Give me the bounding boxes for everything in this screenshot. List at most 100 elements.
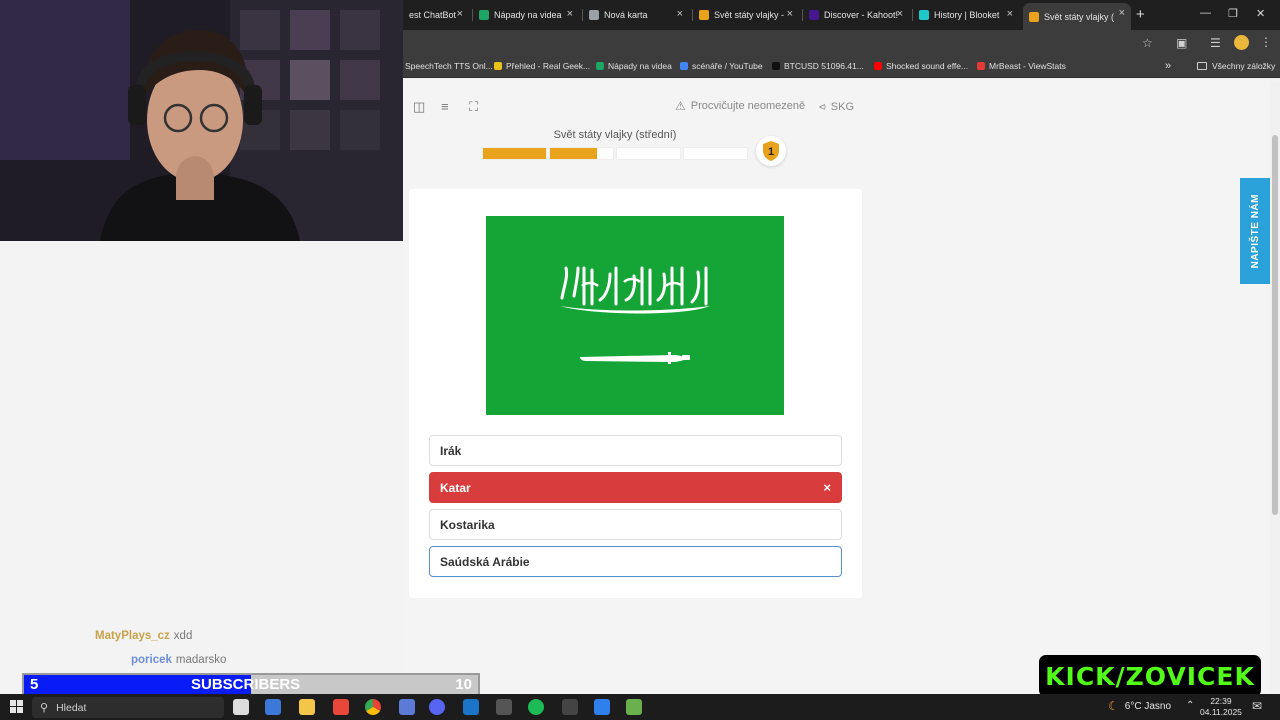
weather-widget[interactable]: ☾ 6°C Jasno (1108, 699, 1171, 713)
bookmark-item[interactable]: Shocked sound effe... (874, 61, 968, 71)
clock-time: 22:39 (1210, 696, 1232, 706)
tab-label: Nová karta (604, 10, 648, 20)
kick-label: KICK/ZOVICEK (1045, 661, 1255, 691)
bookmark-item[interactable]: Nápady na videa (596, 61, 672, 71)
bookmarks-more-button[interactable]: » (1165, 60, 1171, 72)
weather-text: 6°C Jasno (1124, 700, 1172, 712)
taskbar-search[interactable]: ⚲ Hledat (32, 697, 224, 718)
bookmark-favicon-icon (772, 62, 780, 70)
share-button[interactable]: ⪦ SKG (819, 99, 854, 114)
bookmark-label: SpeechTech TTS Onl... (405, 61, 493, 71)
tab-favicon-icon (919, 10, 929, 20)
search-icon: ⚲ (40, 702, 49, 714)
tab-close-icon[interactable]: × (897, 8, 903, 20)
file-explorer-icon[interactable] (299, 699, 315, 715)
progress-segment (482, 147, 547, 160)
tab-favicon-icon (699, 10, 709, 20)
bookmark-item[interactable]: Přehled - Real Geek... (494, 61, 590, 71)
new-tab-button[interactable]: + (1136, 6, 1145, 23)
answer-option[interactable]: Katar × (429, 472, 842, 503)
practice-unlimited-link[interactable]: ⚠ Procvičujte neomezeně (675, 99, 805, 113)
answer-option[interactable]: Saúdská Arábie (429, 546, 842, 577)
app-1-icon[interactable] (265, 699, 281, 715)
answer-option[interactable]: Irák (429, 435, 842, 466)
minecraft-icon[interactable] (626, 699, 642, 715)
bookmark-favicon-icon (680, 62, 688, 70)
task-view-icon[interactable] (233, 699, 249, 715)
bookmark-favicon-icon (977, 62, 985, 70)
tab-close-icon[interactable]: × (677, 8, 683, 20)
clock[interactable]: 22:39 04.11.2025 (1200, 696, 1242, 718)
bookmark-label: MrBeast - ViewStats (989, 61, 1066, 71)
bookmark-label: Shocked sound effe... (886, 61, 969, 71)
level-badge: 1 (756, 136, 786, 166)
contact-us-button[interactable]: NAPIŠTE NÁM (1240, 178, 1270, 284)
sub-label: SUBSCRIBERS (191, 676, 301, 693)
list-settings-icon[interactable]: ≡ (441, 99, 449, 114)
bookmark-favicon-icon (494, 62, 502, 70)
contact-us-label: NAPIŠTE NÁM (1249, 193, 1261, 269)
tab-close-icon[interactable]: × (787, 8, 793, 20)
epic-games-icon[interactable] (562, 699, 578, 715)
kick-logo: KICK/ZOVICEK (1039, 655, 1261, 697)
answer-option[interactable]: Kostarika (429, 509, 842, 540)
browser-tab[interactable]: Svět státy vlajky ( × (1023, 3, 1131, 30)
extensions-icon[interactable]: ▣ (1176, 36, 1187, 50)
browser-tab[interactable]: History | Blooket × (913, 4, 1019, 26)
tab-label: Svět státy vlajky ( (1044, 11, 1115, 22)
progress-segment-fill (550, 148, 598, 159)
progress-bar (482, 147, 748, 160)
bookmark-star-icon[interactable]: ☆ (1142, 36, 1153, 50)
tab-separator (582, 9, 583, 21)
tab-favicon-icon (1029, 11, 1039, 22)
cast-icon[interactable]: ☰ (1210, 36, 1221, 50)
tab-close-icon[interactable]: × (567, 8, 573, 20)
browser-tab[interactable]: Nápady na videa × (473, 4, 579, 26)
tray-chevron-icon[interactable]: ⌃ (1186, 700, 1194, 711)
scrollbar-thumb[interactable] (1272, 135, 1278, 515)
bookmark-favicon-icon (874, 62, 882, 70)
notification-icon[interactable]: ✉ (1252, 699, 1262, 713)
app-11-icon[interactable] (594, 699, 610, 715)
chat-message: poricek madarsko (131, 654, 226, 666)
minimize-icon[interactable]: — (1200, 7, 1211, 19)
windows-start-icon[interactable] (10, 700, 23, 713)
browser-tab[interactable]: Nová karta × (583, 4, 689, 26)
browser-tab[interactable]: est ChatBot × (403, 4, 469, 26)
bookmark-label: Nápady na videa (608, 61, 672, 71)
bookmark-item[interactable]: BTCUSD 51096.41... (772, 61, 864, 71)
layout-icon[interactable]: ◫ (413, 99, 425, 115)
app-5-icon[interactable] (399, 699, 415, 715)
all-bookmarks-folder[interactable]: Všechny záložky (1197, 61, 1275, 71)
discord-icon[interactable] (429, 699, 445, 715)
app-8-icon[interactable] (496, 699, 512, 715)
menu-icon[interactable]: ⋮ (1260, 35, 1272, 49)
profile-avatar[interactable] (1234, 35, 1249, 50)
streamer-webcam-image (0, 0, 403, 241)
vscode-icon[interactable] (463, 699, 479, 715)
bookmark-item[interactable]: scénáře / YouTube (680, 61, 763, 71)
spotify-icon[interactable] (528, 699, 544, 715)
chrome-icon[interactable] (365, 699, 381, 715)
tab-close-icon[interactable]: × (1007, 8, 1013, 20)
answer-label: Kostarika (440, 517, 495, 532)
share-label: SKG (830, 100, 855, 113)
clock-date: 04.11.2025 (1200, 707, 1242, 717)
fullscreen-icon[interactable]: ⛶ (469, 99, 478, 115)
close-window-icon[interactable]: ✕ (1256, 7, 1265, 20)
maximize-icon[interactable]: ❐ (1228, 7, 1238, 20)
chat-text: madarsko (175, 654, 227, 666)
app-3-icon[interactable] (333, 699, 349, 715)
bookmark-item[interactable]: MrBeast - ViewStats (977, 61, 1066, 71)
tab-close-icon[interactable]: × (1119, 7, 1125, 19)
tab-close-icon[interactable]: × (457, 8, 463, 20)
folder-icon (1197, 62, 1207, 70)
quiz-title: Svět státy vlajky (střední) (553, 129, 677, 141)
sub-current: 5 (30, 676, 39, 693)
chat-message: MatyPlays_cz xdd (95, 630, 192, 642)
browser-tab[interactable]: Discover - Kahoot! × (803, 4, 909, 26)
warning-icon: ⚠ (675, 99, 686, 113)
bookmark-item[interactable]: SpeechTech TTS Onl... (405, 61, 493, 71)
bookmark-label: scénáře / YouTube (692, 61, 763, 71)
browser-tab[interactable]: Svět státy vlajky - × (693, 4, 799, 26)
